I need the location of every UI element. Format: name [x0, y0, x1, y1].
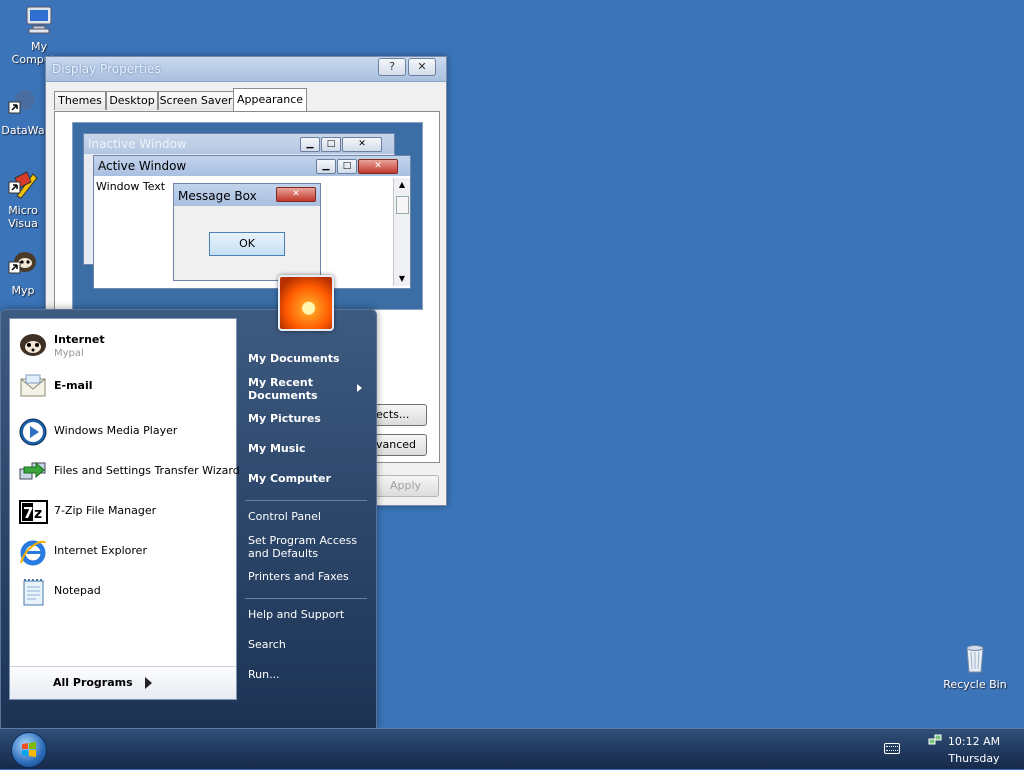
windows-logo-icon — [22, 742, 36, 757]
arrow-right-icon — [145, 677, 152, 689]
desktop-icon-recycle-bin[interactable]: Recycle Bin — [938, 642, 1012, 691]
start-menu-my-recent-documents[interactable]: My Recent Documents — [248, 376, 318, 402]
preview-scrollbar: ▲ ▼ — [393, 178, 410, 286]
mypal-browser-icon — [18, 331, 48, 361]
start-menu-item-notepad[interactable]: Notepad — [16, 575, 236, 609]
notepad-icon — [18, 577, 48, 607]
start-menu-control-panel[interactable]: Control Panel — [248, 510, 321, 523]
message-box-caption-buttons: ✕ — [276, 186, 317, 202]
start-menu-search[interactable]: Search — [248, 638, 286, 651]
keyboard-icon[interactable] — [884, 743, 900, 754]
start-menu-item-internet-explorer[interactable]: Internet Explorer — [16, 535, 236, 569]
desktop-icon-label: Myp — [11, 284, 35, 297]
seven-zip-icon: 7 z — [18, 497, 48, 527]
internet-explorer-icon — [18, 537, 48, 567]
my-recent-documents-line1: My Recent — [248, 376, 313, 389]
start-menu-item-label: Internet — [54, 333, 105, 346]
scroll-up-icon: ▲ — [398, 180, 406, 189]
start-button[interactable] — [11, 732, 47, 768]
user-picture[interactable] — [278, 275, 334, 331]
start-menu-my-music[interactable]: My Music — [248, 442, 306, 455]
start-menu-item-sublabel: Mypal — [54, 348, 84, 359]
start-menu-programs-pane: Internet Mypal E-mail Windows Media Play… — [9, 318, 240, 700]
set-program-access-line1: Set Program Access — [248, 534, 358, 547]
recycle-bin-icon — [959, 642, 991, 674]
submenu-arrow-icon — [357, 384, 362, 392]
start-menu-my-computer[interactable]: My Computer — [248, 472, 331, 485]
media-player-icon — [18, 417, 48, 447]
desktop-icon-mypal[interactable]: Myp — [0, 248, 46, 297]
start-menu-help-and-support[interactable]: Help and Support — [248, 608, 344, 621]
start-menu-item-label: Internet Explorer — [54, 544, 147, 557]
all-programs-button[interactable]: All Programs — [10, 666, 236, 699]
apply-button[interactable]: Apply — [372, 475, 439, 497]
active-window-caption-buttons: ▁ □ ✕ — [316, 158, 399, 174]
advanced-button[interactable]: vanced — [373, 434, 427, 456]
tab-themes[interactable]: Themes — [54, 91, 106, 110]
maximize-icon: □ — [321, 137, 341, 152]
clock-time: 10:12 AM — [947, 735, 1001, 748]
transfer-wizard-icon — [18, 457, 48, 487]
taskbar-clock[interactable]: 10:12 AM Thursday — [944, 733, 1004, 767]
datawa-shortcut-icon — [7, 88, 39, 120]
inactive-window-caption-buttons: ▁ □ ✕ — [300, 136, 383, 152]
start-menu-item-transfer-wizard[interactable]: Files and Settings Transfer Wizard — [16, 455, 240, 489]
desktop-icon-label: DataWa — [1, 124, 45, 137]
tab-desktop[interactable]: Desktop — [106, 91, 158, 110]
start-menu-item-label: Notepad — [54, 584, 101, 597]
help-button[interactable]: ? — [378, 58, 406, 76]
start-menu: Internet Mypal E-mail Windows Media Play… — [0, 309, 377, 729]
close-button[interactable]: ✕ — [408, 58, 436, 76]
start-menu-my-documents[interactable]: My Documents — [248, 352, 340, 365]
start-menu-my-pictures[interactable]: My Pictures — [248, 412, 321, 425]
email-envelope-icon — [18, 371, 48, 401]
start-menu-separator — [245, 500, 367, 501]
my-recent-documents-line2: Documents — [248, 389, 318, 402]
minimize-icon: ▁ — [316, 159, 336, 174]
svg-text:z: z — [34, 506, 42, 522]
tab-screen-saver[interactable]: Screen Saver — [158, 91, 234, 110]
start-menu-item-email[interactable]: E-mail — [16, 369, 236, 403]
maximize-icon: □ — [337, 159, 357, 174]
all-programs-label: All Programs — [53, 676, 133, 689]
clock-day: Thursday — [948, 752, 1000, 765]
scroll-thumb — [396, 196, 409, 214]
start-menu-separator — [245, 598, 367, 599]
taskbar: 10:12 AM Thursday — [0, 728, 1024, 769]
start-menu-item-label: E-mail — [54, 379, 93, 392]
my-computer-icon — [23, 4, 55, 36]
svg-text:7: 7 — [23, 504, 33, 522]
tab-appearance[interactable]: Appearance — [233, 88, 307, 111]
preview-message-box: Message Box ✕ OK — [173, 183, 321, 281]
start-menu-item-label: Files and Settings Transfer Wizard — [54, 464, 240, 477]
mypal-shortcut-icon — [7, 248, 39, 280]
minimize-icon: ▁ — [300, 137, 320, 152]
start-menu-item-label: 7-Zip File Manager — [54, 504, 157, 517]
close-icon: ✕ — [358, 159, 398, 174]
start-menu-item-windows-media-player[interactable]: Windows Media Player — [16, 415, 236, 449]
start-menu-set-program-access[interactable]: Set Program Access and Defaults — [248, 534, 357, 560]
microsoft-visual-shortcut-icon — [7, 168, 39, 200]
start-menu-item-label: Windows Media Player — [54, 424, 178, 437]
desktop-icon-label: Micro Visua — [8, 204, 38, 230]
effects-button[interactable]: ects... — [373, 404, 427, 426]
window-titlebar[interactable]: Display Properties ? ✕ — [46, 57, 446, 82]
set-program-access-line2: and Defaults — [248, 547, 319, 560]
scroll-down-icon: ▼ — [398, 274, 406, 283]
start-menu-printers-and-faxes[interactable]: Printers and Faxes — [248, 570, 349, 583]
desktop-icon-microsoft-visual[interactable]: Micro Visua — [0, 168, 46, 230]
close-icon: ✕ — [342, 137, 382, 152]
window-title: Display Properties — [52, 62, 161, 76]
start-menu-item-7zip[interactable]: 7 z 7-Zip File Manager — [16, 495, 236, 529]
start-menu-run[interactable]: Run... — [248, 668, 280, 681]
start-menu-item-internet[interactable]: Internet Mypal — [16, 329, 236, 363]
window-text: Window Text — [96, 180, 166, 193]
message-box-ok-button: OK — [209, 232, 285, 256]
close-icon: ✕ — [276, 187, 316, 202]
desktop-icon-datawa[interactable]: DataWa — [0, 88, 46, 137]
desktop-icon-label: Recycle Bin — [943, 678, 1007, 691]
appearance-preview: Inactive Window ▁ □ ✕ Active Window ▁ □ ✕ Wi… — [72, 122, 423, 310]
network-icon[interactable] — [928, 733, 942, 747]
